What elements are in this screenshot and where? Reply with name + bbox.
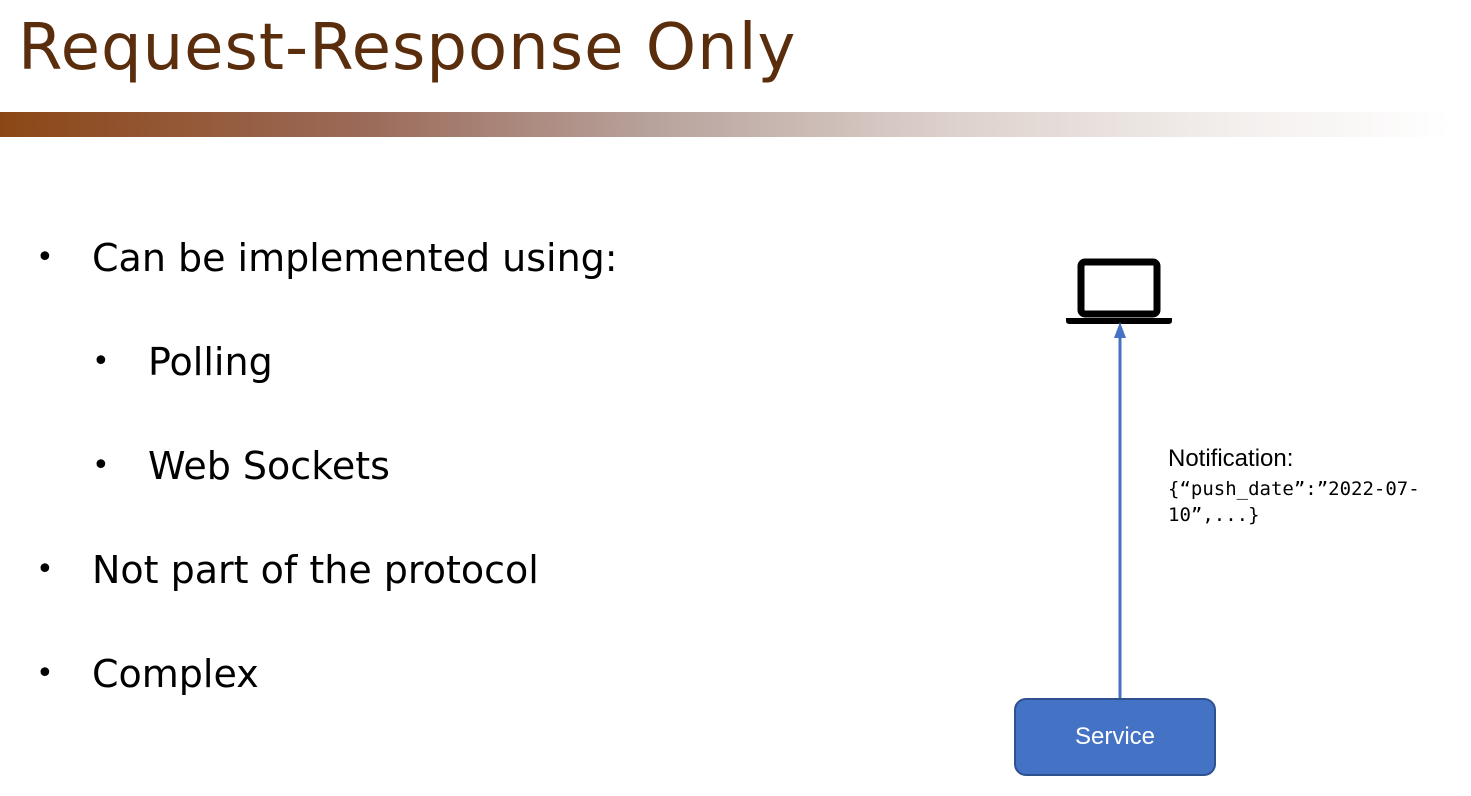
sub-bullet-item: • Polling — [92, 337, 273, 387]
service-node: Service — [1014, 698, 1216, 776]
bullet-marker: • — [36, 552, 54, 587]
notification-arrow — [1114, 322, 1126, 698]
bullet-text: Complex — [92, 652, 259, 696]
notification-label: Notification: — [1168, 445, 1294, 472]
notification-payload: {“push_date”:”2022-07- 10”,...} — [1168, 478, 1420, 526]
bullet-text: Can be implemented using: — [92, 236, 618, 280]
bullet-item: • Can be implemented using: — [36, 233, 618, 283]
sub-bullet-item: • Web Sockets — [92, 441, 390, 491]
bullet-marker: • — [92, 344, 110, 379]
slide: Request-Response Only • Can be implement… — [0, 0, 1471, 796]
bullet-text: Web Sockets — [148, 444, 390, 488]
bullet-text: Not part of the protocol — [92, 548, 539, 592]
laptop-icon — [1066, 258, 1172, 324]
bullet-marker: • — [36, 240, 54, 275]
bullet-marker: • — [36, 656, 54, 691]
bullet-item: • Not part of the protocol — [36, 545, 539, 595]
bullet-text: Polling — [148, 340, 273, 384]
service-label: Service — [1074, 723, 1156, 750]
bullet-marker: • — [92, 448, 110, 483]
bullet-list: • Can be implemented using: • Polling • … — [0, 0, 900, 796]
bullet-item: • Complex — [36, 649, 259, 699]
